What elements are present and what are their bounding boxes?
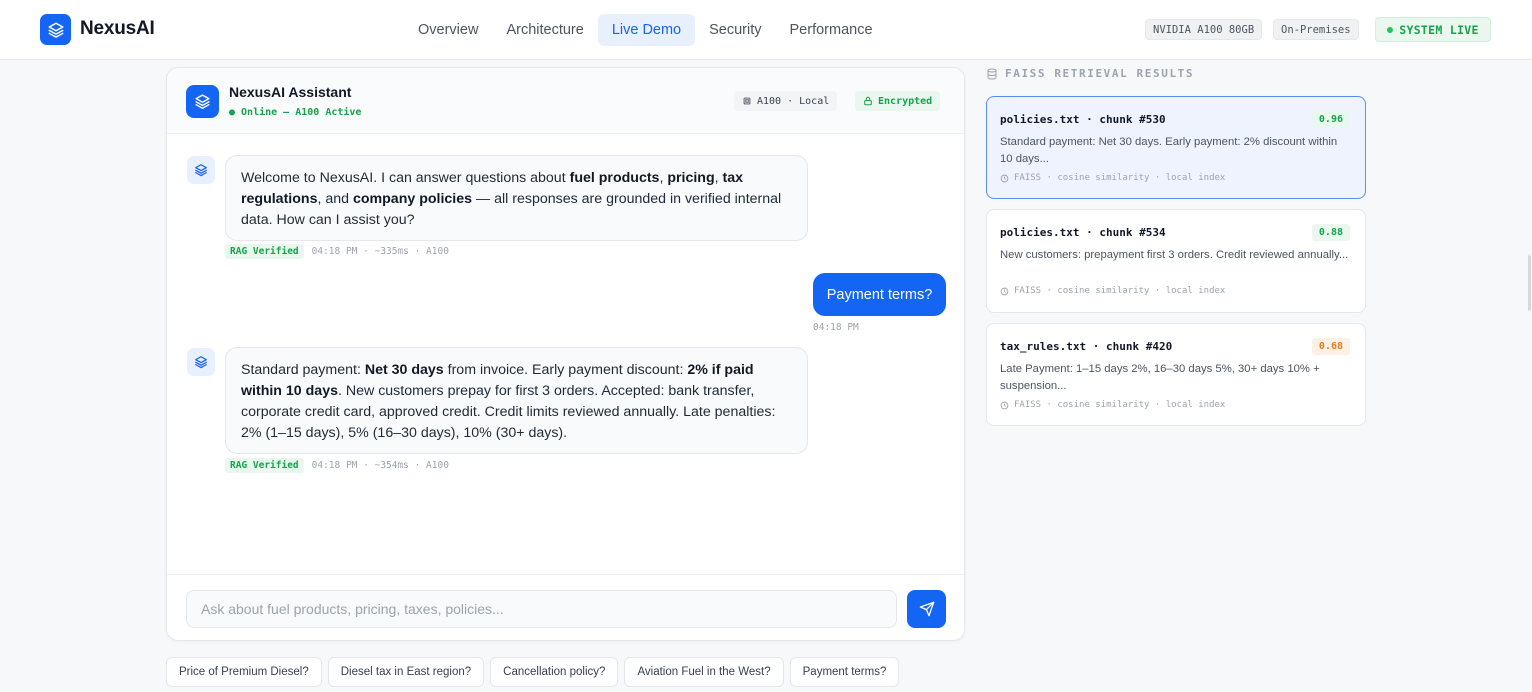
message-emphasis: Net 30 days <box>364 362 444 378</box>
result-source: policies.txt · chunk #530 <box>1000 113 1166 126</box>
layers-icon <box>186 85 219 118</box>
clock-icon <box>1000 174 1009 182</box>
similarity-score: 0.88 <box>1311 224 1350 241</box>
database-icon <box>987 68 997 80</box>
suggestion-chip[interactable]: Cancellation policy? <box>490 657 619 687</box>
send-icon <box>919 601 934 617</box>
result-footer: FAISS · cosine similarity · local index <box>1000 286 1225 296</box>
nav-live-demo[interactable]: Live Demo <box>597 14 696 46</box>
rag-verified-badge: RAG Verified <box>225 244 304 259</box>
message-text: Standard payment: <box>241 362 365 378</box>
gpu-badge: NVIDIA A100 80GB <box>1145 19 1263 40</box>
chip-icon <box>743 97 751 105</box>
message-meta: RAG Verified 04:18 PM · ~335ms · A100 <box>225 244 449 259</box>
user-message: Payment terms? <box>813 273 946 316</box>
encrypted-badge-label: Encrypted <box>878 95 933 107</box>
nav-architecture[interactable]: Architecture <box>492 14 597 46</box>
assistant-message: Welcome to NexusAI. I can answer questio… <box>225 155 808 241</box>
deploy-badge: On-Premises <box>1273 19 1359 40</box>
system-live-label: SYSTEM LIVE <box>1399 22 1479 37</box>
top-navbar: NexusAI Overview Architecture Live Demo … <box>0 0 1532 60</box>
result-footer: FAISS · cosine similarity · local index <box>1000 173 1225 183</box>
assistant-name: NexusAI Assistant <box>229 84 352 100</box>
message-text: Welcome to NexusAI. I can answer questio… <box>241 170 570 186</box>
rag-verified-badge: RAG Verified <box>225 458 304 473</box>
layers-icon[interactable] <box>40 14 71 45</box>
encrypted-badge: Encrypted <box>855 91 941 111</box>
chat-header: NexusAI Assistant ● Online — A100 Active… <box>167 68 964 134</box>
assistant-status: ● Online — A100 Active <box>229 107 362 118</box>
suggestion-chips: Price of Premium Diesel? Diesel tax in E… <box>166 657 900 687</box>
system-live-badge: SYSTEM LIVE <box>1375 17 1491 42</box>
live-dot-icon <box>1387 26 1394 33</box>
similarity-score: 0.96 <box>1311 111 1350 128</box>
message-emphasis: fuel products <box>569 170 660 186</box>
result-snippet: New customers: prepayment first 3 orders… <box>1000 249 1349 261</box>
main-nav: Overview Architecture Live Demo Security… <box>404 14 887 46</box>
result-footer: FAISS · cosine similarity · local index <box>1000 400 1225 410</box>
layers-icon <box>187 348 215 376</box>
suggestion-chip[interactable]: Diesel tax in East region? <box>327 657 485 687</box>
result-source: policies.txt · chunk #534 <box>1000 226 1166 239</box>
layers-icon <box>187 156 215 184</box>
result-footer-label: FAISS · cosine similarity · local index <box>1014 286 1226 296</box>
message-emphasis: pricing <box>667 170 715 186</box>
message-text: from invoice. Early payment discount: <box>443 362 688 378</box>
message-timestamp: 04:18 PM · ~354ms · A100 <box>311 460 449 471</box>
message-timestamp: 04:18 PM · ~335ms · A100 <box>311 246 449 257</box>
nav-security[interactable]: Security <box>695 14 775 46</box>
lock-icon <box>864 96 872 106</box>
message-text: , and <box>317 191 353 207</box>
message-timestamp: 04:18 PM <box>813 322 859 333</box>
result-source: tax_rules.txt · chunk #420 <box>1000 340 1173 353</box>
message-meta: RAG Verified 04:18 PM · ~354ms · A100 <box>225 458 449 473</box>
assistant-message: Standard payment: Net 30 days from invoi… <box>225 347 808 454</box>
clock-icon <box>1000 287 1009 295</box>
message-text: , <box>714 170 723 186</box>
result-footer-label: FAISS · cosine similarity · local index <box>1014 400 1226 410</box>
result-snippet: Standard payment: Net 30 days. Early pay… <box>1000 136 1338 165</box>
result-footer-label: FAISS · cosine similarity · local index <box>1014 173 1226 183</box>
suggestion-chip[interactable]: Price of Premium Diesel? <box>166 657 322 687</box>
send-button[interactable] <box>907 590 946 628</box>
similarity-score: 0.68 <box>1311 338 1350 355</box>
page-scrollbar[interactable] <box>1528 255 1531 311</box>
result-snippet: Late Payment: 1–15 days 2%, 16–30 days 5… <box>1000 363 1320 392</box>
brand-name[interactable]: NexusAI <box>80 18 155 40</box>
message-emphasis: company policies <box>352 191 473 207</box>
retrieval-title-label: FAISS RETRIEVAL RESULTS <box>1005 67 1195 80</box>
suggestion-chip[interactable]: Payment terms? <box>789 657 900 687</box>
hardware-badge-label: A100 · Local <box>757 95 830 107</box>
chat-input-bar <box>167 574 964 640</box>
retrieval-title: FAISS RETRIEVAL RESULTS <box>986 67 1194 80</box>
retrieval-result[interactable]: policies.txt · chunk #530 0.96 Standard … <box>986 96 1366 199</box>
retrieval-result[interactable]: tax_rules.txt · chunk #420 0.68 Late Pay… <box>986 323 1366 426</box>
retrieval-result[interactable]: policies.txt · chunk #534 0.88 New custo… <box>986 209 1366 313</box>
clock-icon <box>1000 401 1009 409</box>
suggestion-chip[interactable]: Aviation Fuel in the West? <box>624 657 784 687</box>
chat-input[interactable] <box>186 590 897 628</box>
nav-performance[interactable]: Performance <box>776 14 887 46</box>
chat-panel: NexusAI Assistant ● Online — A100 Active… <box>166 67 965 641</box>
nav-overview[interactable]: Overview <box>404 14 492 46</box>
hardware-badge: A100 · Local <box>734 91 838 111</box>
